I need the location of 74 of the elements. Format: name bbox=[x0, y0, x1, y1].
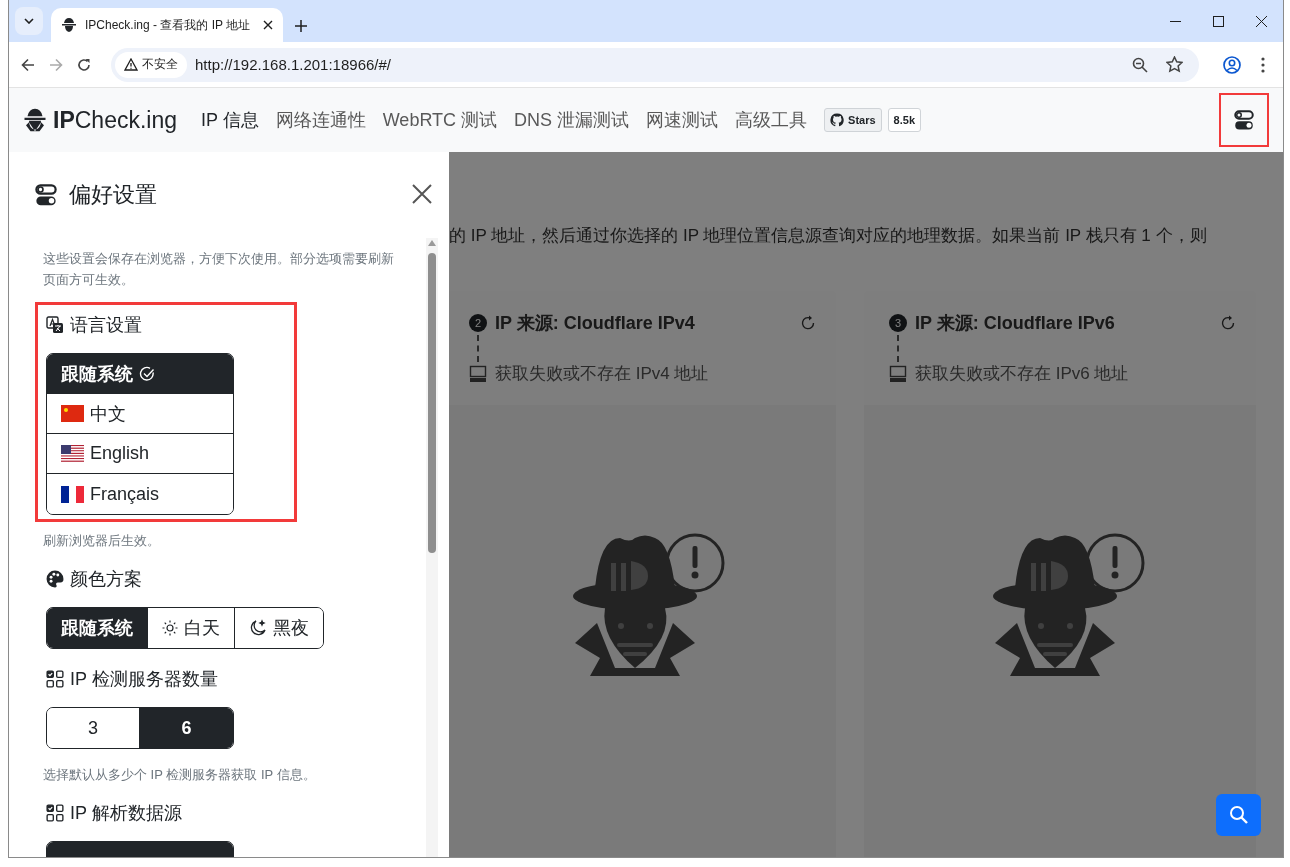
browser-tab[interactable]: IPCheck.ing - 查看我的 IP 地址 bbox=[51, 8, 283, 42]
settings-button[interactable] bbox=[1219, 93, 1269, 147]
toggle-icon bbox=[35, 184, 57, 206]
scrollbar-thumb[interactable] bbox=[428, 253, 436, 553]
star-count[interactable]: 8.5k bbox=[887, 108, 922, 132]
china-flag-icon bbox=[61, 405, 84, 422]
section-title: IP 检测服务器数量 bbox=[70, 668, 218, 691]
nav-link[interactable]: 网速测试 bbox=[646, 108, 719, 132]
usa-flag-icon bbox=[61, 445, 84, 462]
search-button[interactable] bbox=[1216, 794, 1261, 836]
address-bar[interactable]: 不安全 http://192.168.1.201:18966/#/ bbox=[111, 47, 1199, 82]
computer-icon bbox=[889, 364, 907, 383]
panel-description: 这些设置会保存在浏览器，方便下次使用。部分选项需要刷新页面方可生效。 bbox=[43, 250, 395, 289]
grid-check-icon bbox=[46, 670, 64, 688]
section-title: IP 解析数据源 bbox=[70, 802, 182, 825]
url-text: http://192.168.1.201:18966/#/ bbox=[195, 56, 392, 73]
option-button[interactable]: 跟随系统 bbox=[47, 608, 148, 648]
tab-title: IPCheck.ing - 查看我的 IP 地址 bbox=[85, 16, 252, 34]
reload-icon[interactable] bbox=[77, 57, 91, 72]
option-button[interactable]: 3 bbox=[47, 708, 140, 748]
profile-icon[interactable] bbox=[1223, 55, 1241, 74]
option-button[interactable]: 跟随系统 bbox=[47, 354, 233, 394]
brand-logo-text[interactable]: IPCheck.ing bbox=[53, 106, 177, 134]
plus-icon[interactable] bbox=[295, 20, 307, 32]
france-flag-icon bbox=[61, 485, 84, 503]
detective-icon bbox=[61, 17, 77, 33]
step-number: 2 bbox=[469, 314, 487, 332]
card-title: IP 来源: Cloudflare IPv4 bbox=[495, 312, 696, 335]
nav-link[interactable]: DNS 泄漏测试 bbox=[514, 108, 630, 132]
close-icon[interactable] bbox=[1256, 15, 1267, 27]
detective-icon bbox=[23, 107, 47, 133]
close-icon bbox=[412, 184, 432, 204]
warning-icon bbox=[124, 58, 138, 71]
github-stars-button[interactable]: Stars bbox=[824, 108, 882, 132]
scroll-up-icon[interactable] bbox=[428, 240, 436, 246]
intro-text: 的 IP 地址，然后通过你选择的 IP 地理位置信息源查询对应的地理数据。如果当前 IP 栈只有 1 个，则 bbox=[448, 225, 1208, 247]
section-title: 语言设置 bbox=[70, 314, 142, 337]
zoom-out-icon[interactable] bbox=[1132, 56, 1148, 73]
computer-icon bbox=[469, 364, 487, 383]
close-icon[interactable] bbox=[263, 20, 273, 30]
moon-icon bbox=[249, 619, 267, 637]
status-text: 获取失败或不存在 IPv4 地址 bbox=[495, 363, 709, 385]
tab-list-button[interactable] bbox=[15, 7, 43, 35]
status-text: 获取失败或不存在 IPv6 地址 bbox=[915, 363, 1129, 385]
star-icon[interactable] bbox=[1166, 56, 1183, 73]
menu-icon[interactable] bbox=[1261, 56, 1265, 73]
refresh-icon[interactable] bbox=[800, 315, 816, 331]
toggle-icon bbox=[1234, 110, 1254, 130]
search-icon bbox=[1228, 805, 1249, 825]
translate-icon bbox=[46, 316, 64, 334]
security-chip[interactable]: 不安全 bbox=[115, 51, 187, 78]
close-button[interactable] bbox=[411, 184, 433, 206]
section-note: 选择默认从多少个 IP 检测服务器获取 IP 信息。 bbox=[43, 766, 317, 784]
section-title: 颜色方案 bbox=[70, 568, 142, 591]
step-number: 3 bbox=[889, 314, 907, 332]
nav-link[interactable]: WebRTC 测试 bbox=[382, 108, 498, 132]
scrollbar[interactable] bbox=[426, 238, 438, 857]
nav-link[interactable]: IP 信息 bbox=[201, 108, 259, 132]
refresh-icon[interactable] bbox=[1220, 315, 1236, 331]
option-button[interactable]: 6 bbox=[140, 708, 233, 748]
card-title: IP 来源: Cloudflare IPv6 bbox=[915, 312, 1116, 335]
nav-link[interactable]: 网络连通性 bbox=[275, 108, 366, 132]
sun-icon bbox=[162, 620, 178, 636]
maximize-icon[interactable] bbox=[1213, 15, 1224, 27]
back-arrow-icon[interactable] bbox=[21, 57, 35, 72]
palette-icon bbox=[46, 570, 64, 588]
check-circle-icon bbox=[139, 365, 155, 382]
panel-title: 偏好设置 bbox=[69, 181, 158, 209]
nav-link[interactable]: 高级工具 bbox=[735, 108, 808, 132]
security-label: 不安全 bbox=[142, 56, 178, 73]
grid-check-icon bbox=[46, 804, 64, 822]
chevron-down-icon bbox=[24, 18, 34, 24]
section-note: 刷新浏览器后生效。 bbox=[43, 532, 161, 550]
github-icon bbox=[830, 113, 845, 127]
